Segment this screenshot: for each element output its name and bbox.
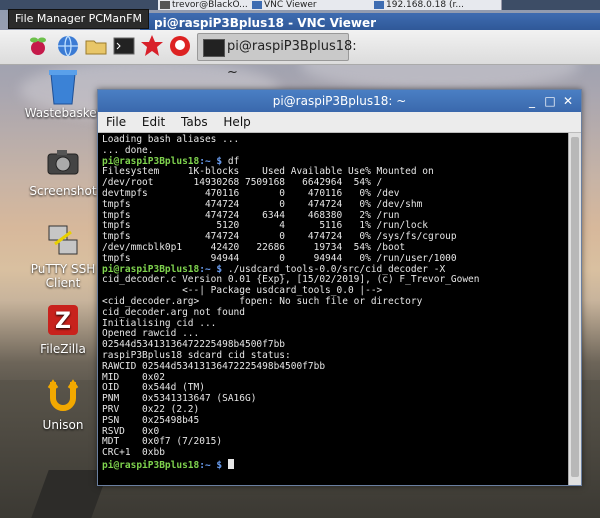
prompt-host: pi@raspiP3Bplus18 <box>102 155 200 167</box>
host-tab-terminal[interactable]: trevor@BlackO... <box>158 0 263 10</box>
host-tab-label: trevor@BlackO... <box>172 0 248 10</box>
terminal-output-line: tmpfs 474724 0 474724 0% /dev/shm <box>102 198 423 210</box>
prompt-host: pi@raspiP3Bplus18 <box>102 263 200 275</box>
unison-icon-item[interactable]: Unison <box>18 378 108 432</box>
terminal-window[interactable]: pi@raspiP3Bplus18: ~ _ □ ✕ File Edit Tab… <box>97 89 582 486</box>
host-tab-label: 192.168.0.18 (r... <box>386 0 464 10</box>
terminal-output-line: CRC+1 0xbb <box>102 447 165 459</box>
clipped-desktop-icons <box>0 64 16 518</box>
taskbar-terminal-label: pi@raspiP3Bplus18: ~ <box>227 39 357 80</box>
terminal-menubar: File Edit Tabs Help <box>98 112 581 133</box>
putty-icon <box>45 222 81 258</box>
minimize-icon[interactable]: _ <box>525 94 539 108</box>
tooltip: File Manager PCManFM <box>8 9 149 29</box>
host-tab-label: VNC Viewer <box>264 0 317 10</box>
text-cursor <box>227 458 234 469</box>
terminal-title: pi@raspiP3Bplus18: ~ <box>272 94 407 108</box>
screenshot-label: Screenshot <box>29 184 97 198</box>
wastebasket-label: Wastebasket <box>24 106 102 120</box>
raspberry-menu-icon[interactable] <box>26 34 50 58</box>
vnc-icon <box>374 1 384 9</box>
raspberry-pi-panel: pi@raspiP3Bplus18: ~ <box>0 30 600 80</box>
terminal-output-line: RAWCID 02544d53413136472225498b4500f7bb <box>102 360 326 372</box>
terminal-icon <box>203 39 225 57</box>
wastebasket-icon-item[interactable]: Wastebasket <box>18 66 108 120</box>
wolfram-icon[interactable] <box>168 34 192 58</box>
screenshot-icon-item[interactable]: Screenshot <box>18 144 108 198</box>
svg-text:Z: Z <box>55 309 71 334</box>
camera-icon <box>45 144 81 180</box>
wastebasket-icon <box>45 66 81 105</box>
terminal-icon <box>160 1 170 9</box>
command-text: df <box>222 155 240 167</box>
prompt-path: :~ $ <box>199 263 223 275</box>
command-text: ./usdcard_tools-0.0/src/cid_decoder -X <box>222 263 446 275</box>
scrollbar-thumb[interactable] <box>571 137 579 477</box>
maximize-icon[interactable]: □ <box>543 94 557 108</box>
math-kernel-icon[interactable] <box>140 34 164 58</box>
menu-file[interactable]: File <box>106 115 126 129</box>
filezilla-icon-item[interactable]: Z FileZilla <box>18 302 108 356</box>
filezilla-label: FileZilla <box>40 342 86 356</box>
terminal-scrollbar[interactable] <box>568 133 581 485</box>
terminal-output-line: Loading bash aliases ... <box>102 134 240 145</box>
menu-edit[interactable]: Edit <box>142 115 165 129</box>
unison-label: Unison <box>42 418 84 432</box>
terminal-output-line: PSN 0x25498b45 <box>102 414 200 426</box>
prompt-path: :~ $ <box>199 459 223 471</box>
close-icon[interactable]: ✕ <box>561 94 575 108</box>
menu-help[interactable]: Help <box>223 115 250 129</box>
prompt-host: pi@raspiP3Bplus18 <box>102 459 200 471</box>
prompt-path: :~ $ <box>199 155 223 167</box>
web-browser-icon[interactable] <box>56 34 80 58</box>
putty-icon-item[interactable]: PuTTY SSH Client <box>18 222 108 290</box>
terminal-titlebar[interactable]: pi@raspiP3Bplus18: ~ _ □ ✕ <box>98 90 581 112</box>
filezilla-icon: Z <box>45 302 81 338</box>
taskbar-terminal-button[interactable]: pi@raspiP3Bplus18: ~ <box>197 33 357 80</box>
putty-label: PuTTY SSH Client <box>30 262 96 290</box>
host-tab-remote[interactable]: 192.168.0.18 (r... <box>372 0 502 10</box>
terminal-output-line: MDT 0x0f7 (7/2015) <box>102 436 223 448</box>
terminal-output[interactable]: Loading bash aliases ...... done. pi@rasp… <box>98 133 569 485</box>
unison-icon <box>45 378 81 414</box>
terminal-output-line: cid_decoder.arg not found <box>102 306 245 318</box>
menu-tabs[interactable]: Tabs <box>181 115 208 129</box>
host-tab-vnc[interactable]: VNC Viewer <box>250 0 375 10</box>
terminal-launcher-icon[interactable] <box>112 34 136 58</box>
terminal-command-line: pi@raspiP3Bplus18:~ $ <box>102 458 565 471</box>
vnc-icon <box>252 1 262 9</box>
file-manager-icon[interactable] <box>84 34 108 58</box>
